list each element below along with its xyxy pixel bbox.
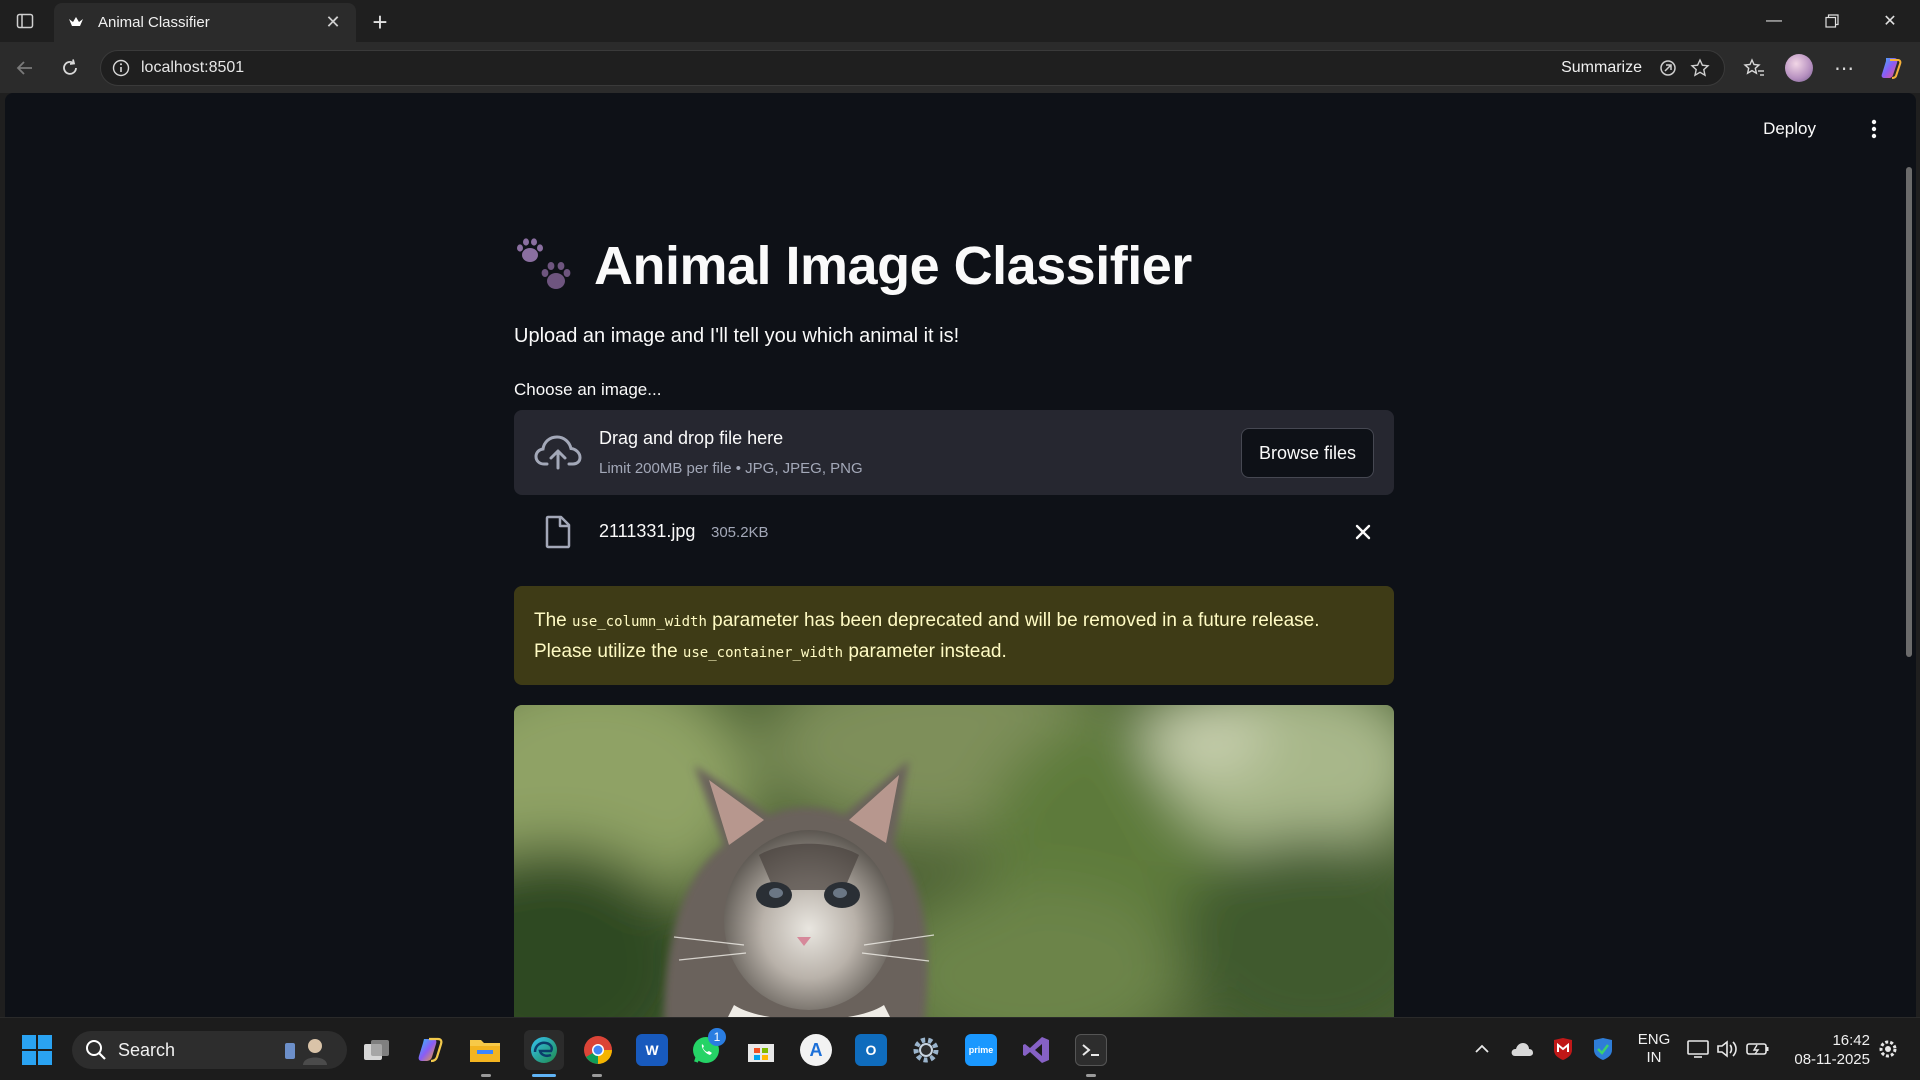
back-button[interactable] [7,50,43,86]
dropzone-limit-text: Limit 200MB per file • JPG, JPEG, PNG [599,460,863,477]
search-label: Search [118,1039,176,1060]
warning-code-2: use_container_width [682,645,844,661]
mcafee-shield-icon[interactable] [1549,1034,1577,1064]
warning-text-1: The [534,610,573,631]
url-bar[interactable]: localhost:8501 Summarize [100,50,1725,86]
restore-icon [1825,14,1839,28]
uploaded-file-item: 2111331.jpg 305.2KB [514,505,1394,557]
security-shield-icon[interactable] [1589,1034,1617,1064]
settings-gear-icon[interactable] [910,1034,942,1066]
file-dropzone[interactable]: Drag and drop file here Limit 200MB per … [514,410,1394,495]
refresh-button[interactable] [52,50,88,86]
file-size: 305.2KB [711,524,769,541]
outlook-icon[interactable]: O [855,1034,887,1066]
onedrive-cloud-icon[interactable] [1508,1034,1536,1064]
prime-video-icon[interactable]: prime [965,1034,997,1066]
main-menu-icon[interactable] [1862,113,1886,145]
copilot-summarize-icon[interactable] [1652,52,1684,84]
file-explorer-icon[interactable] [469,1034,501,1066]
clock-time: 16:42 [1832,1032,1870,1049]
taskbar-search-box[interactable]: Search [72,1031,347,1069]
chrome-icon[interactable] [582,1034,614,1066]
tab-close-icon[interactable]: ✕ [322,12,344,33]
paw-prints-icon [517,238,571,289]
warning-code-1: use_column_width [572,614,707,630]
edge-browser-icon[interactable] [524,1030,564,1070]
back-arrow-icon [16,61,32,75]
whatsapp-badge: 1 [708,1028,726,1046]
page-title: Animal Image Classifier [514,235,1192,297]
app-a-icon[interactable]: A [800,1034,832,1066]
microsoft-store-icon[interactable] [745,1034,777,1066]
show-hidden-icons-chevron-icon[interactable] [1468,1034,1496,1064]
sidebar-icon [16,13,34,29]
new-tab-button[interactable]: + [364,6,396,38]
page-title-text: Animal Image Classifier [594,236,1192,296]
profile-avatar[interactable] [1781,50,1817,86]
search-highlight-image [285,1039,327,1065]
summarize-button[interactable]: Summarize [1561,59,1642,77]
language-code: ENG [1637,1031,1671,1048]
copilot-app-icon[interactable] [414,1034,446,1066]
running-indicator [1086,1074,1096,1077]
windows-start-icon[interactable] [22,1035,52,1065]
site-info-icon[interactable] [101,59,141,77]
tab-actions-button[interactable] [6,2,44,40]
remove-file-icon[interactable] [1352,521,1374,543]
minimize-button[interactable]: — [1745,0,1803,42]
file-name: 2111331.jpg [599,521,696,541]
cloud-upload-icon [534,435,582,470]
running-indicator [481,1074,491,1077]
copilot-icon[interactable] [1873,50,1909,86]
uploaded-kitten-image [514,705,1394,1017]
streamlit-crown-icon [66,13,86,33]
more-options-icon[interactable]: ⋯ [1826,50,1862,86]
task-view-icon[interactable] [361,1034,393,1066]
word-icon[interactable]: W [636,1034,668,1066]
favorite-star-icon[interactable] [1684,52,1716,84]
network-icon[interactable] [1684,1034,1712,1064]
scrollbar[interactable] [1906,167,1912,657]
warning-text-3: parameter instead. [843,641,1007,662]
dropzone-title: Drag and drop file here [599,428,784,448]
deprecation-warning: The use_column_width parameter has been … [514,586,1394,685]
url-text[interactable]: localhost:8501 [141,59,1561,77]
browse-files-button[interactable]: Browse files [1241,428,1374,478]
system-clock[interactable]: 16:42 08-11-2025 [1782,1031,1870,1069]
visual-studio-icon[interactable] [1020,1034,1052,1066]
windows-taskbar: Search W 1 A O prime ENG IN 16:42 08-11-… [0,1017,1920,1080]
streamlit-app: Deploy Animal Image Classifier Upload an… [5,93,1916,1017]
notification-settings-icon[interactable] [1874,1034,1902,1064]
address-toolbar: localhost:8501 Summarize ⋯ [0,42,1920,93]
close-window-button[interactable]: ✕ [1861,0,1919,42]
browser-tab[interactable]: Animal Classifier ✕ [54,3,356,42]
clock-date: 08-11-2025 [1794,1051,1870,1068]
restore-button[interactable] [1803,0,1861,42]
tab-title: Animal Classifier [98,14,210,31]
uploader-label: Choose an image... [514,380,662,399]
search-icon [86,1040,106,1060]
terminal-icon[interactable] [1075,1034,1107,1066]
battery-icon[interactable] [1744,1034,1772,1064]
deploy-button[interactable]: Deploy [1763,119,1816,139]
favorites-icon[interactable] [1736,50,1772,86]
language-indicator[interactable]: ENG IN [1634,1031,1674,1067]
file-icon [545,515,571,549]
running-indicator [592,1074,602,1077]
region-code: IN [1646,1049,1662,1066]
active-app-indicator [532,1074,556,1077]
volume-icon[interactable] [1714,1034,1742,1064]
subtitle-text: Upload an image and I'll tell you which … [514,325,960,347]
refresh-icon [63,59,77,75]
